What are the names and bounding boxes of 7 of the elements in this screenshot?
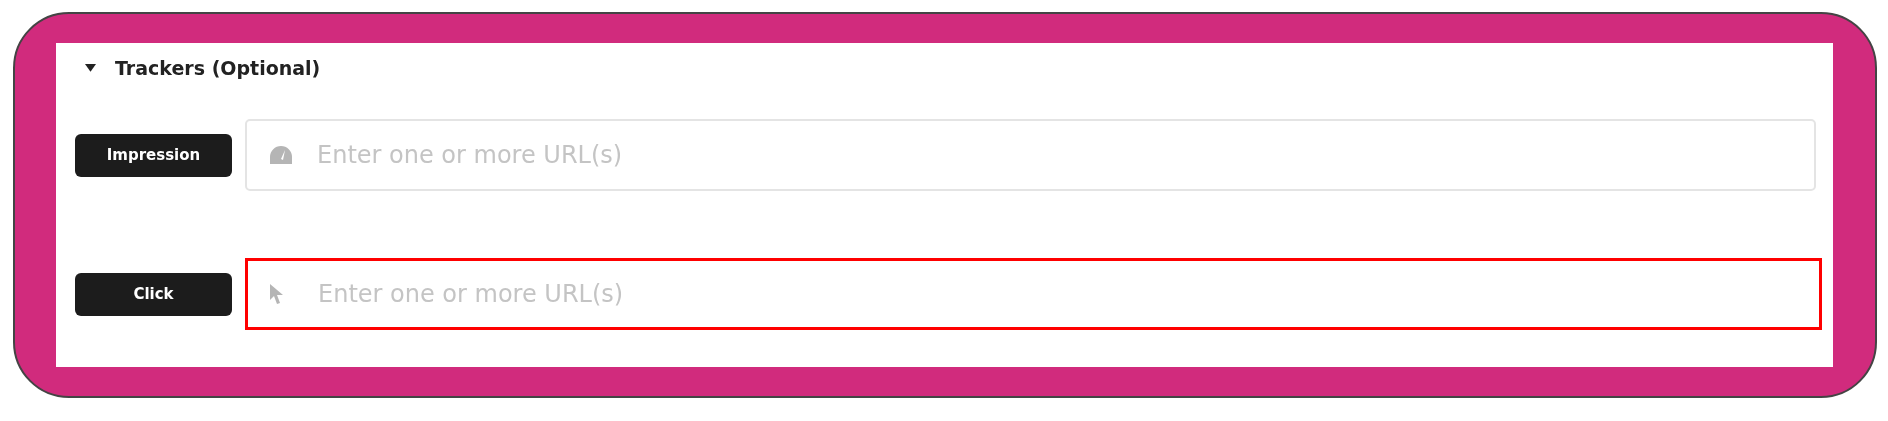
tracker-label: Click	[75, 272, 232, 316]
gauge-icon	[269, 145, 293, 165]
caret-icon[interactable]	[85, 63, 96, 73]
section-title: Trackers (Optional)	[115, 57, 321, 79]
url-input-field[interactable]: Enter one or more URL(s)	[245, 258, 1822, 330]
tracker-label: Impression	[75, 133, 232, 177]
pointer-icon	[269, 283, 285, 305]
